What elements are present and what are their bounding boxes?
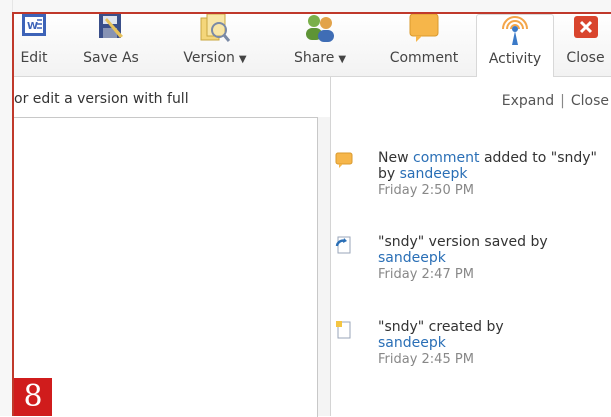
activity-label: Activity bbox=[488, 51, 542, 67]
expand-link[interactable]: Expand bbox=[502, 93, 554, 109]
version-button[interactable]: Version ▼ bbox=[170, 14, 260, 76]
close-button[interactable]: Close bbox=[560, 14, 611, 76]
user-link[interactable]: sandeepk bbox=[400, 166, 468, 182]
version-saved-icon bbox=[335, 236, 351, 254]
people-share-icon bbox=[306, 15, 334, 42]
created-icon bbox=[336, 321, 351, 339]
edit-label: Edit bbox=[20, 50, 48, 66]
activity-broadcast-icon bbox=[502, 16, 528, 45]
share-label: Share ▼ bbox=[293, 50, 347, 66]
activity-time: Friday 2:47 PM bbox=[378, 267, 474, 282]
window-top-edge bbox=[0, 0, 611, 13]
save-as-button[interactable]: Save As bbox=[76, 14, 146, 76]
document-message-text: or edit a version with full bbox=[14, 91, 189, 107]
comment-link[interactable]: comment bbox=[413, 150, 480, 166]
user-link[interactable]: sandeepk bbox=[378, 335, 446, 351]
edit-button[interactable]: W Edit bbox=[14, 14, 54, 76]
comment-button[interactable]: Comment bbox=[376, 14, 472, 76]
user-link[interactable]: sandeepk bbox=[378, 250, 446, 266]
window-left-edge bbox=[0, 0, 13, 416]
comment-icon bbox=[335, 152, 353, 168]
floppy-save-icon bbox=[99, 14, 123, 38]
activity-tab[interactable]: Activity bbox=[476, 14, 554, 77]
chevron-down-icon: ▼ bbox=[338, 54, 347, 65]
header-separator: | bbox=[560, 93, 565, 109]
document-scroll-gutter bbox=[318, 117, 330, 416]
svg-text:W: W bbox=[27, 21, 38, 32]
save-as-label: Save As bbox=[83, 50, 139, 66]
activity-pane: Expand | Close New comment added to "sndy"… bbox=[331, 77, 611, 416]
close-pane-link[interactable]: Close bbox=[571, 93, 609, 109]
activity-text: "sndy" created by sandeepk Friday 2:45 P… bbox=[378, 319, 504, 367]
word-doc-icon: W bbox=[22, 14, 46, 36]
version-label: Version ▼ bbox=[183, 50, 247, 66]
share-button[interactable]: Share ▼ bbox=[282, 14, 358, 76]
document-viewer[interactable] bbox=[14, 117, 318, 417]
activity-pane-header: Expand | Close bbox=[502, 93, 609, 109]
comment-label: Comment bbox=[389, 50, 459, 66]
chevron-down-icon: ▼ bbox=[238, 54, 247, 65]
toolbar: W Edit Save As Version ▼ Share ▼ Comment… bbox=[14, 14, 611, 77]
activity-time: Friday 2:50 PM bbox=[378, 183, 474, 198]
close-icon bbox=[573, 16, 598, 38]
version-docs-icon bbox=[200, 14, 231, 42]
close-label: Close bbox=[566, 50, 605, 66]
comment-bubble-icon bbox=[409, 14, 439, 42]
activity-text: New comment added to "sndy" by sandeepk … bbox=[378, 150, 597, 198]
activity-time: Friday 2:45 PM bbox=[378, 352, 474, 367]
document-message-bar: or edit a version with full bbox=[14, 77, 329, 117]
activity-text: "sndy" version saved by sandeepk Friday … bbox=[378, 234, 548, 282]
step-number-badge: 8 bbox=[14, 378, 52, 416]
